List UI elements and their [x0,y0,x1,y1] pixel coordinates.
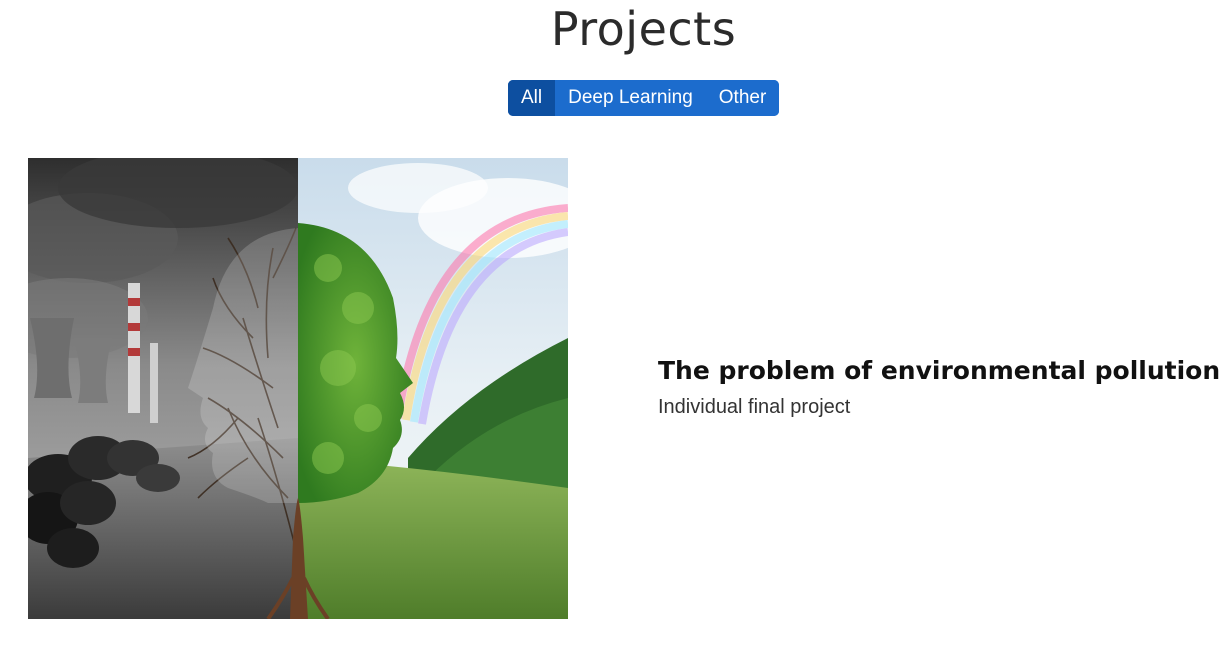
project-title[interactable]: The problem of environmental pollution [658,352,1225,390]
filter-all-button[interactable]: All [508,80,556,116]
split-head-tree-illustration [28,158,568,619]
project-info: The problem of environmental pollution I… [658,352,1225,420]
project-image[interactable] [28,158,568,619]
page-title: Projects [550,2,737,56]
project-filter-group: All Deep Learning Other [508,80,780,116]
filter-other-button[interactable]: Other [705,80,780,116]
project-subtitle: Individual final project [658,396,851,418]
filter-deep-learning-button[interactable]: Deep Learning [555,80,706,116]
